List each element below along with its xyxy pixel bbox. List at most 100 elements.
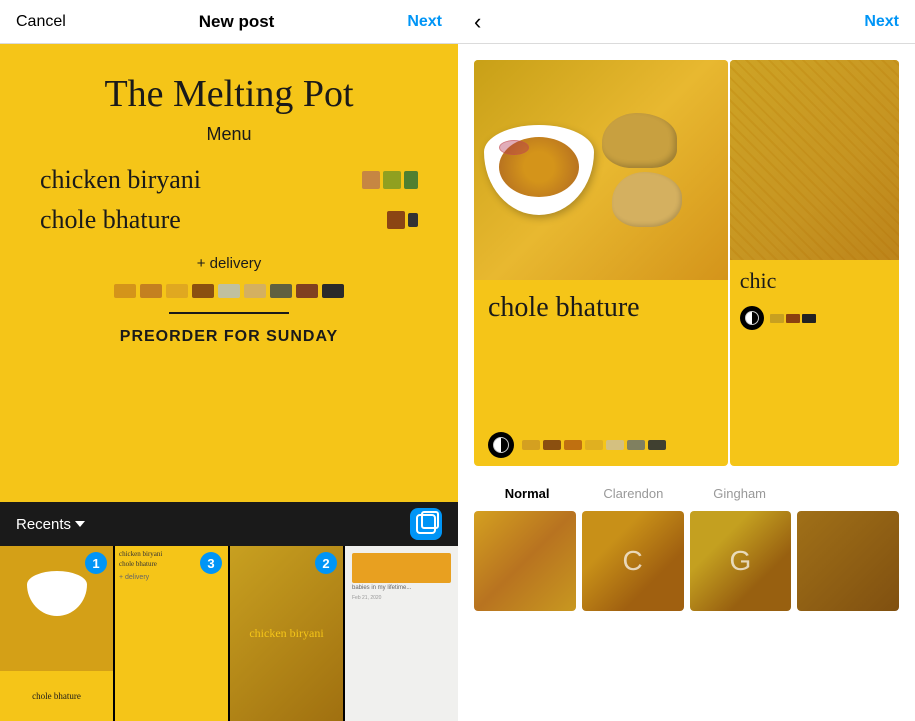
filters-section: Normal Clarendon Gingham C G bbox=[458, 474, 915, 721]
color-swatch bbox=[802, 314, 816, 323]
post-swatches bbox=[522, 440, 666, 450]
bowl-icon bbox=[27, 571, 87, 616]
page-title: New post bbox=[199, 12, 275, 32]
thumb-visual: babies in my lifetime... Feb 21, 2020 bbox=[348, 549, 455, 718]
thumbnails-row: chole bhature chole bhature 1 chicken bi… bbox=[0, 546, 458, 721]
post-food-image bbox=[474, 60, 728, 280]
filter-preview-4 bbox=[797, 511, 899, 611]
color-swatch bbox=[522, 440, 540, 450]
color-swatch bbox=[585, 440, 603, 450]
chevron-down-icon bbox=[75, 521, 85, 527]
selection-badge: 1 bbox=[85, 552, 107, 574]
post-caption-area: chole bhature bbox=[474, 280, 728, 424]
menu-item-chicken-biryani: chicken biryani bbox=[40, 165, 201, 195]
price-block bbox=[404, 171, 418, 189]
preorder-label: PREORDER FOR SUNDAY bbox=[120, 328, 338, 346]
thumb-text: + delivery bbox=[119, 574, 149, 581]
bowl-shape bbox=[484, 125, 594, 215]
adjust-icon-2[interactable] bbox=[740, 306, 764, 330]
food-visual bbox=[474, 60, 728, 280]
thumb-text: chole bhature bbox=[119, 560, 157, 570]
right-next-button[interactable]: Next bbox=[864, 13, 899, 31]
filter-label-empty bbox=[793, 486, 899, 501]
menu-item-row: chole bhature bbox=[40, 205, 418, 235]
price-block bbox=[383, 171, 401, 189]
half-circle-icon-2 bbox=[745, 311, 759, 325]
thumbnail-item[interactable]: chole bhature chole bhature 1 bbox=[0, 546, 113, 721]
filter-thumb-clarendon[interactable]: C bbox=[582, 511, 684, 611]
media-picker-bar: Recents bbox=[0, 502, 458, 546]
thumbnail-item[interactable]: chicken biryani chole bhature + delivery… bbox=[115, 546, 228, 721]
filter-label-clarendon[interactable]: Clarendon bbox=[580, 486, 686, 501]
thumb-text: babies in my lifetime... bbox=[352, 585, 451, 593]
thumb-text: chicken biryani bbox=[249, 626, 323, 641]
price-indicator bbox=[387, 211, 418, 229]
post-preview-image: The Melting Pot Menu chicken biryani cho… bbox=[0, 44, 458, 502]
bread-stack bbox=[602, 113, 682, 227]
price-block bbox=[408, 213, 418, 227]
gingham-letter: G bbox=[729, 545, 751, 577]
price-block bbox=[387, 211, 405, 229]
swatch bbox=[244, 284, 266, 298]
thumbnail-item[interactable]: chicken biryani 2 bbox=[230, 546, 343, 721]
selection-badge: 2 bbox=[315, 552, 337, 574]
post-cards-area: chole bhature bbox=[458, 44, 915, 474]
swatch bbox=[322, 284, 344, 298]
multi-select-icon bbox=[416, 514, 436, 534]
color-swatch bbox=[648, 440, 666, 450]
filter-thumbs-row: C G bbox=[474, 511, 899, 611]
second-swatches bbox=[770, 314, 816, 323]
second-post-caption: chic bbox=[730, 260, 899, 302]
back-button[interactable]: ‹ bbox=[474, 9, 481, 35]
recents-label: Recents bbox=[16, 516, 71, 533]
bread-1 bbox=[602, 113, 677, 168]
main-post-card[interactable]: chole bhature bbox=[474, 60, 728, 466]
second-post-card[interactable]: chic bbox=[730, 60, 899, 466]
onion-ring bbox=[499, 140, 529, 155]
second-post-food-image bbox=[730, 60, 899, 260]
left-panel: Cancel New post Next The Melting Pot Men… bbox=[0, 0, 458, 721]
left-next-button[interactable]: Next bbox=[407, 13, 442, 31]
swatch bbox=[270, 284, 292, 298]
adjust-icon[interactable] bbox=[488, 432, 514, 458]
color-swatch bbox=[786, 314, 800, 323]
clarendon-letter: C bbox=[623, 545, 643, 577]
swatch bbox=[140, 284, 162, 298]
filter-label-gingham[interactable]: Gingham bbox=[687, 486, 793, 501]
color-swatch bbox=[564, 440, 582, 450]
thumb-content: babies in my lifetime... Feb 21, 2020 bbox=[345, 546, 458, 721]
menu-label: Menu bbox=[206, 124, 251, 145]
second-post-controls bbox=[730, 302, 899, 334]
thumb-row bbox=[352, 553, 451, 583]
price-block bbox=[362, 171, 380, 189]
color-swatch bbox=[606, 440, 624, 450]
cancel-button[interactable]: Cancel bbox=[16, 13, 66, 31]
recents-dropdown[interactable]: Recents bbox=[16, 516, 85, 533]
post-controls bbox=[474, 424, 728, 466]
filter-label-normal[interactable]: Normal bbox=[474, 486, 580, 501]
rice-overlay bbox=[730, 60, 899, 260]
menu-items-list: chicken biryani chole bhature bbox=[20, 165, 438, 245]
thumb-text: chicken biryani bbox=[119, 550, 162, 560]
filter-labels-row: Normal Clarendon Gingham bbox=[474, 486, 899, 501]
divider bbox=[169, 312, 289, 314]
thumbnail-item[interactable]: babies in my lifetime... Feb 21, 2020 bbox=[345, 546, 458, 721]
right-panel: ‹ Next bbox=[458, 0, 915, 721]
menu-item-chole-bhature: chole bhature bbox=[40, 205, 181, 235]
color-swatch bbox=[627, 440, 645, 450]
color-swatches bbox=[114, 284, 344, 298]
right-header: ‹ Next bbox=[458, 0, 915, 44]
color-swatch bbox=[770, 314, 784, 323]
delivery-label: + delivery bbox=[197, 255, 262, 272]
post-caption: chole bhature bbox=[488, 292, 714, 324]
filter-thumb-gingham[interactable]: G bbox=[690, 511, 792, 611]
filter-thumb-4[interactable] bbox=[797, 511, 899, 611]
menu-item-row: chicken biryani bbox=[40, 165, 418, 195]
thumb-text: chole bhature bbox=[32, 691, 81, 701]
multi-select-button[interactable] bbox=[410, 508, 442, 540]
filter-preview bbox=[474, 511, 576, 611]
selection-badge: 3 bbox=[200, 552, 222, 574]
bread-2 bbox=[612, 172, 682, 227]
restaurant-name: The Melting Pot bbox=[104, 74, 353, 116]
filter-thumb-normal[interactable] bbox=[474, 511, 576, 611]
